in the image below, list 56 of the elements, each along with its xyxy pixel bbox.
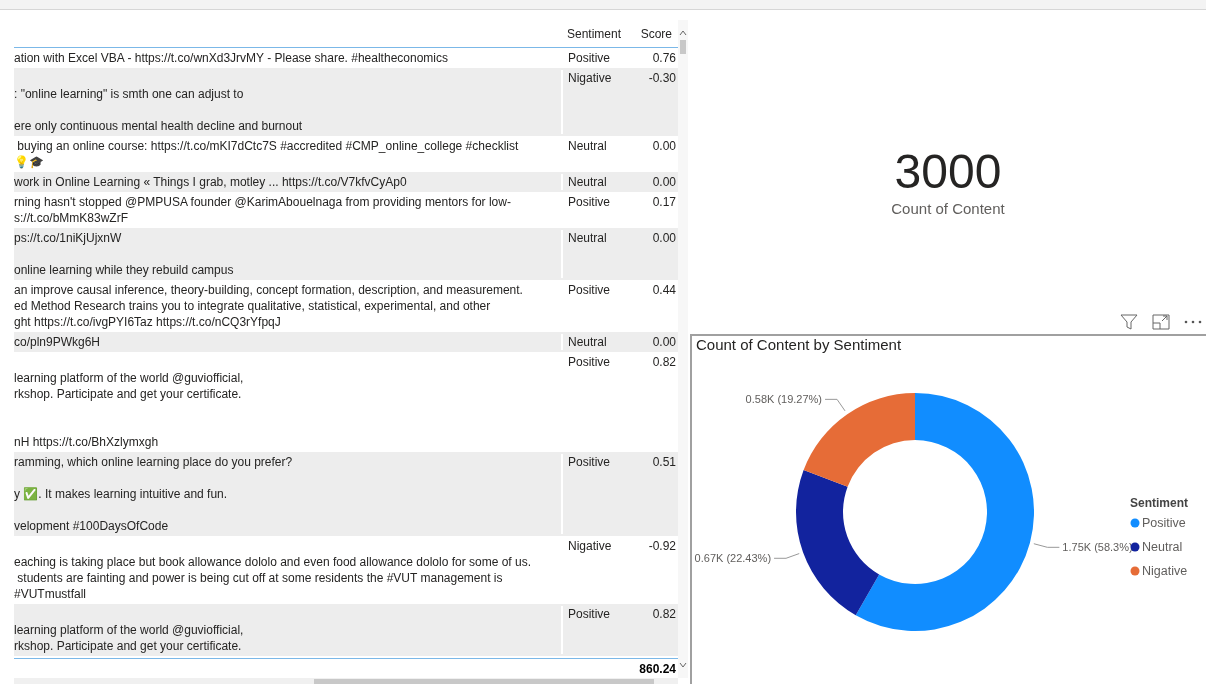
- table-cell: Neutral: [568, 175, 607, 189]
- donut-slice[interactable]: [796, 470, 880, 616]
- legend-label[interactable]: Neutral: [1142, 540, 1183, 554]
- table-cell: 0.00: [652, 139, 676, 153]
- table-cell: eaching is taking place but book allowance dololo and even food allowance dololo for some of us. students are fainting and power is being cut off at some residents the #VUT management is #VUTmustfall: [14, 555, 531, 601]
- leader-line: [824, 398, 846, 412]
- focus-mode-icon[interactable]: [1152, 314, 1170, 330]
- table-cell: Positive: [568, 607, 611, 621]
- legend-label[interactable]: Positive: [1142, 516, 1186, 530]
- scroll-down-icon[interactable]: [679, 662, 687, 668]
- table-cell: 0.17: [652, 195, 676, 209]
- table-cell: work in Online Learning « Things I grab, motley ... https://t.co/V7kfvCyAp0: [14, 175, 407, 189]
- horizontal-scrollbar[interactable]: [14, 678, 678, 684]
- chart-title: Count of Content by Sentiment: [695, 336, 903, 354]
- scrollbar-thumb[interactable]: [680, 40, 686, 54]
- table-cell: learning platform of the world @guviofficial, rkshop. Participate and get your certificate.: [14, 623, 244, 653]
- scrollbar-thumb[interactable]: [314, 678, 654, 684]
- legend-label[interactable]: Nigative: [1142, 564, 1188, 578]
- vertical-scrollbar[interactable]: [678, 20, 688, 678]
- table-cell: -0.92: [648, 539, 676, 553]
- table-cell: Positive: [568, 355, 611, 369]
- table-cell: 0.00: [652, 175, 676, 189]
- filter-icon[interactable]: [1120, 314, 1138, 330]
- total-value: 860.24: [638, 660, 677, 678]
- table-cell: Positive: [568, 455, 611, 469]
- table-cell: co/pln9PWkg6H: [14, 335, 101, 349]
- table-cell: Neutral: [568, 139, 607, 153]
- card-value: 3000: [894, 146, 1002, 198]
- table-cell: 0.00: [652, 335, 676, 349]
- table-cell: Positive: [568, 195, 611, 209]
- table-cell: Neutral: [568, 231, 607, 245]
- table-cell: 0.82: [652, 607, 676, 621]
- table-cell: -0.30: [648, 71, 676, 85]
- more-options-icon[interactable]: [1184, 320, 1202, 324]
- table-cell: 0.00: [652, 231, 676, 245]
- data-label: 0.67K (22.43%): [694, 552, 772, 565]
- table-cell: Nigative: [568, 539, 612, 553]
- legend-title: Sentiment: [1130, 496, 1188, 510]
- data-label: 0.58K (19.27%): [745, 393, 823, 406]
- table-cell: Positive: [568, 51, 611, 65]
- table-cell: : "online learning" is smth one can adjust to ere only continuous mental health decline and burnout: [14, 87, 303, 133]
- scroll-up-icon[interactable]: [679, 30, 687, 36]
- table-cell: Nigative: [568, 71, 612, 85]
- data-label: 1.75K (58.3%): [1062, 541, 1133, 554]
- column-header[interactable]: Score: [628, 24, 678, 43]
- table-cell: ation with Excel VBA - https://t.co/wnXd3JrvMY - Please share. #healtheconomics: [14, 51, 448, 65]
- table-cell: 0.51: [652, 455, 676, 469]
- table-cell: 0.76: [652, 51, 676, 65]
- leader-line: [773, 553, 800, 559]
- table-cell: 0.44: [652, 283, 676, 297]
- column-header[interactable]: Sentiment: [562, 24, 628, 43]
- leader-line: [1033, 543, 1060, 548]
- card-label: Count of Content: [891, 199, 1005, 219]
- table-cell: Neutral: [568, 335, 607, 349]
- table-cell: 0.82: [652, 355, 676, 369]
- table-cell: Positive: [568, 283, 611, 297]
